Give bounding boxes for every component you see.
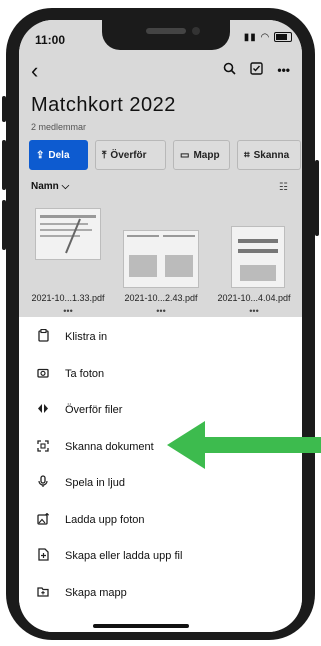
scan-button[interactable]: ⌗ Skanna <box>237 140 301 170</box>
screen: 11:00 ▮▮ ◠ ‹ ••• Matchkort 2022 2 medlem… <box>19 20 302 632</box>
sort-label: Namn <box>31 181 59 192</box>
file-item[interactable]: 2021-10...1.33.pdf ••• <box>23 200 113 316</box>
home-indicator <box>93 624 189 628</box>
menu-item-create-upload-file[interactable]: Skapa eller ladda upp fil <box>19 538 302 574</box>
menu-item-create-folder[interactable]: Skapa mapp <box>19 575 302 611</box>
green-arrow-icon <box>167 421 321 469</box>
new-folder-button[interactable]: ▭ Mapp <box>173 140 230 170</box>
file-name: 2021-10...1.33.pdf <box>31 293 105 303</box>
file-thumbnail <box>123 230 199 288</box>
view-toggle-icon[interactable]: ☷ <box>279 182 288 193</box>
file-name: 2021-10...4.04.pdf <box>217 293 291 303</box>
sort-dropdown[interactable]: Namn ⌵ <box>31 181 69 192</box>
upload-photo-icon <box>34 512 52 528</box>
upload-button-label: Överför <box>110 149 147 161</box>
file-item[interactable]: 2021-10...2.43.pdf ••• <box>116 200 206 316</box>
camera-icon <box>34 367 52 381</box>
member-count: 2 medlemmar <box>31 122 87 132</box>
menu-item-label: Skanna dokument <box>65 441 154 453</box>
menu-item-label: Skapa mapp <box>65 587 127 599</box>
status-icons: ▮▮ ◠ <box>244 32 292 43</box>
navigation-bar: ‹ ••• <box>19 60 302 84</box>
menu-item-label: Ta foton <box>65 368 105 380</box>
notch <box>102 20 230 50</box>
more-options-icon[interactable]: ••• <box>277 63 290 77</box>
chevron-down-icon: ⌵ <box>61 181 70 192</box>
scan-document-icon <box>34 439 52 455</box>
back-icon[interactable]: ‹ <box>31 60 38 82</box>
folder-title: Matchkort 2022 <box>31 94 176 116</box>
status-time: 11:00 <box>35 33 66 47</box>
menu-item-paste[interactable]: Klistra in <box>19 319 302 355</box>
file-name: 2021-10...2.43.pdf <box>124 293 198 303</box>
folder-icon: ▭ <box>180 149 190 161</box>
menu-item-take-photo[interactable]: Ta foton <box>19 356 302 392</box>
scan-icon: ⌗ <box>244 149 250 161</box>
create-file-icon <box>34 548 52 564</box>
power-button <box>315 160 319 236</box>
dimmed-background[interactable]: 11:00 ▮▮ ◠ ‹ ••• Matchkort 2022 2 medlem… <box>19 20 302 317</box>
file-more-icon[interactable]: ••• <box>23 306 113 316</box>
transfer-icon <box>34 403 52 417</box>
microphone-icon <box>34 475 52 491</box>
upload-icon: ⤒ <box>102 149 107 161</box>
menu-item-label: Spela in ljud <box>65 477 125 489</box>
signal-icon: ▮▮ <box>243 32 257 43</box>
menu-item-label: Ladda upp foton <box>65 514 145 526</box>
menu-item-label: Klistra in <box>65 331 108 343</box>
file-more-icon[interactable]: ••• <box>209 306 299 316</box>
action-bar: ⇪ Dela ⤒ Överför ▭ Mapp ⌗ Skanna <box>29 140 301 170</box>
file-item[interactable]: 2021-10...4.04.pdf ••• <box>209 200 299 316</box>
file-grid: 2021-10...1.33.pdf ••• 2021-10...2.43.pd… <box>19 200 302 316</box>
volume-up-button <box>2 140 6 190</box>
share-button-label: Dela <box>48 149 70 161</box>
search-icon[interactable] <box>223 62 236 78</box>
menu-item-upload-photos[interactable]: Ladda upp foton <box>19 502 302 538</box>
battery-icon <box>274 32 292 43</box>
paste-icon <box>34 328 52 345</box>
wifi-icon: ◠ <box>260 32 271 43</box>
create-folder-icon <box>34 586 52 600</box>
file-thumbnail <box>231 226 285 288</box>
volume-down-button <box>2 200 6 250</box>
mute-switch <box>2 96 6 122</box>
select-checkbox-icon[interactable] <box>250 62 264 78</box>
menu-item-label: Skapa eller ladda upp fil <box>65 550 183 562</box>
file-more-icon[interactable]: ••• <box>116 306 206 316</box>
status-bar: 11:00 ▮▮ ◠ <box>19 20 302 56</box>
upload-button[interactable]: ⤒ Överför <box>95 140 166 170</box>
share-icon: ⇪ <box>36 149 45 161</box>
bottom-sheet-menu: Klistra in Ta foton Överför filer Skanna… <box>19 317 302 632</box>
scan-button-label: Skanna <box>253 149 290 161</box>
menu-item-label: Överför filer <box>65 404 123 416</box>
new-folder-button-label: Mapp <box>193 149 220 161</box>
share-button[interactable]: ⇪ Dela <box>29 140 88 170</box>
file-thumbnail <box>35 208 101 260</box>
